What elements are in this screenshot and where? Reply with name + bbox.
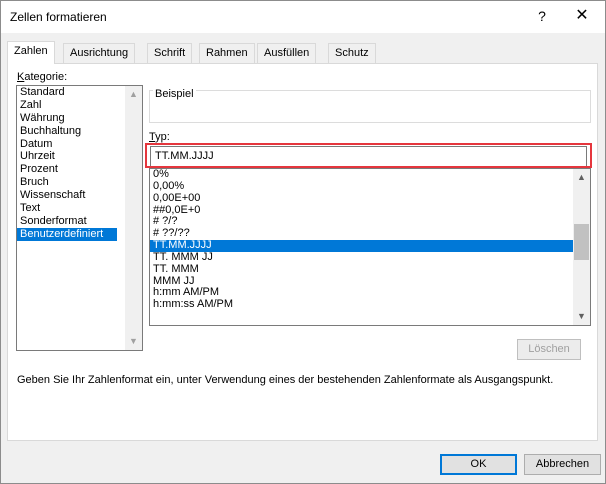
category-item[interactable]: Währung (17, 112, 142, 125)
scroll-up-icon[interactable]: ▲ (573, 169, 590, 186)
help-button[interactable]: ? (529, 4, 555, 28)
tab-rahmen[interactable]: Rahmen (199, 43, 255, 63)
category-item[interactable]: Buchhaltung (17, 125, 142, 138)
tab-schrift[interactable]: Schrift (147, 43, 193, 63)
format-item[interactable]: # ?/? (150, 216, 573, 228)
format-item[interactable]: # ??/?? (150, 227, 573, 240)
format-item[interactable]: 0,00E+00 (150, 192, 573, 205)
scroll-up-icon[interactable]: ▲ (125, 86, 142, 103)
category-item[interactable]: Text (17, 202, 142, 215)
typ-highlight-box (145, 143, 592, 168)
tab-schutz[interactable]: Schutz (328, 43, 376, 63)
category-item[interactable]: Prozent (17, 163, 142, 176)
category-list[interactable]: Standard Zahl Währung Buchhaltung Datum … (16, 85, 143, 351)
format-cells-dialog: Zellen formatieren ? ✕ Zahlen Ausrichtun… (0, 0, 606, 484)
format-item-selected[interactable]: TT.MM.JJJJ (150, 239, 573, 252)
title-bar[interactable]: Zellen formatieren ? ✕ (1, 1, 605, 33)
scroll-down-icon[interactable]: ▼ (125, 333, 142, 350)
format-item[interactable]: TT. MMM JJ (150, 251, 573, 264)
cancel-button[interactable]: Abbrechen (524, 454, 601, 475)
format-item[interactable]: ##0,0E+0 (150, 204, 573, 217)
scroll-thumb[interactable] (574, 224, 589, 260)
category-item[interactable]: Sonderformat (17, 215, 142, 228)
typ-label: Typ: (149, 131, 170, 143)
hint-text: Geben Sie Ihr Zahlenformat ein, unter Ve… (17, 374, 554, 386)
category-item[interactable]: Datum (17, 138, 142, 151)
format-item[interactable]: 0,00% (150, 180, 573, 193)
scroll-down-icon[interactable]: ▼ (573, 308, 590, 325)
close-button[interactable]: ✕ (569, 4, 595, 28)
category-item[interactable]: Wissenschaft (17, 189, 142, 202)
format-item[interactable]: TT. MMM (150, 263, 573, 276)
category-scrollbar[interactable]: ▲ ▼ (125, 86, 142, 350)
beispiel-group (149, 90, 591, 123)
kategorie-label: Kategorie: (17, 71, 68, 83)
category-item[interactable]: Bruch (17, 176, 142, 189)
tab-ausfuellen[interactable]: Ausfüllen (257, 43, 317, 63)
category-item-selected[interactable]: Benutzerdefiniert (17, 227, 117, 241)
category-item[interactable]: Uhrzeit (17, 150, 142, 163)
beispiel-label: Beispiel (153, 88, 196, 100)
format-item[interactable]: h:mm:ss AM/PM (150, 298, 573, 311)
format-list[interactable]: 0% 0,00% 0,00E+00 ##0,0E+0 # ?/? # ??/??… (149, 168, 591, 326)
category-item[interactable]: Zahl (17, 99, 142, 112)
tab-zahlen[interactable]: Zahlen (7, 41, 55, 64)
ok-button[interactable]: OK (440, 454, 517, 475)
delete-button[interactable]: Löschen (517, 339, 581, 360)
dialog-title: Zellen formatieren (10, 10, 107, 24)
tab-panel-zahlen: Kategorie: Standard Zahl Währung Buchhal… (7, 63, 598, 441)
category-item[interactable]: Standard (17, 86, 142, 99)
format-scrollbar[interactable]: ▲ ▼ (573, 169, 590, 325)
tab-ausrichtung[interactable]: Ausrichtung (63, 43, 136, 63)
format-item[interactable]: 0% (150, 169, 573, 181)
